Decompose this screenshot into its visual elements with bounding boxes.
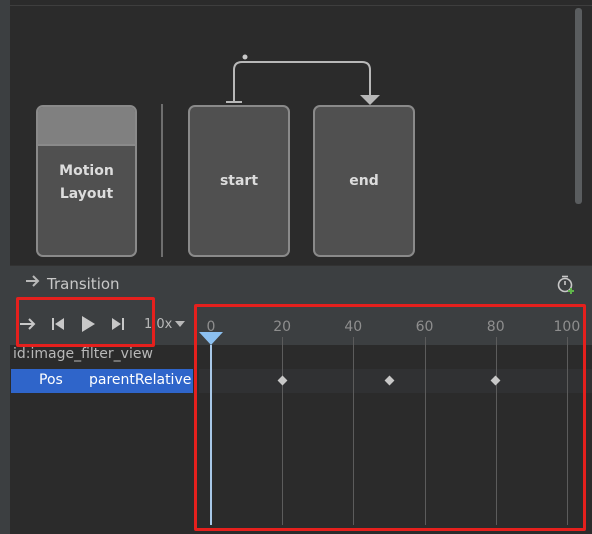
- view-id-label[interactable]: id:image_filter_view: [13, 346, 193, 362]
- motion-layout-card-label: Motion Layout: [59, 163, 114, 202]
- transition-dot: [242, 54, 248, 60]
- transition-path: [233, 61, 371, 103]
- design-divider: [161, 104, 163, 257]
- end-label: end: [349, 172, 379, 189]
- motion-layout-card[interactable]: Motion Layout: [36, 105, 137, 257]
- vertical-scrollbar[interactable]: [575, 8, 582, 204]
- start-label: start: [219, 172, 259, 189]
- top-divider: [0, 5, 592, 6]
- row-type: Pos: [39, 372, 63, 388]
- chevron-down-icon[interactable]: [175, 321, 185, 327]
- left-edge: [0, 0, 10, 534]
- annotation-box-timeline: [194, 304, 586, 531]
- transition-title: Transition: [47, 275, 120, 293]
- transition-end-arrowhead: [360, 95, 380, 105]
- annotation-box-controls: [16, 297, 155, 347]
- motion-layout-card-header: [38, 107, 135, 146]
- arrow-right-icon: [25, 274, 41, 292]
- transition-arrow[interactable]: [220, 50, 390, 110]
- row-mode: parentRelative: [89, 372, 192, 388]
- constraint-set-start[interactable]: start: [188, 105, 290, 257]
- constraint-set-end[interactable]: end: [313, 105, 415, 257]
- stopwatch-add-icon[interactable]: [556, 274, 576, 294]
